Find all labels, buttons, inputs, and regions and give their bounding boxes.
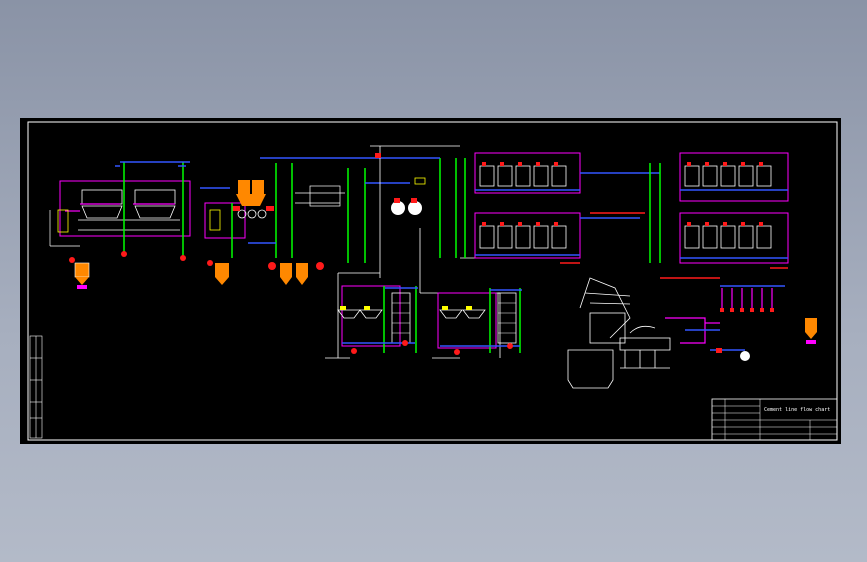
storage-silo-bank-middle [464,152,661,264]
drawing-border [27,121,838,441]
title-block-title: Cement line flow chart [764,407,830,413]
kiln-feed-lines [665,317,750,361]
raw-mill-section [49,161,191,289]
cement-mill-block-b [432,288,522,359]
cad-drawing-sheet: Cement line flow chart [20,118,841,444]
cement-mill-block-a [325,285,418,359]
kiln-structure-section [567,277,671,389]
process-flow-diagram: Cement line flow chart [27,121,838,441]
storage-silo-bank-right [660,152,817,344]
title-block: Cement line flow chart [711,398,838,441]
coal-mill-section [200,157,370,285]
central-conveyors [337,145,560,358]
left-revision-strip [29,335,43,439]
